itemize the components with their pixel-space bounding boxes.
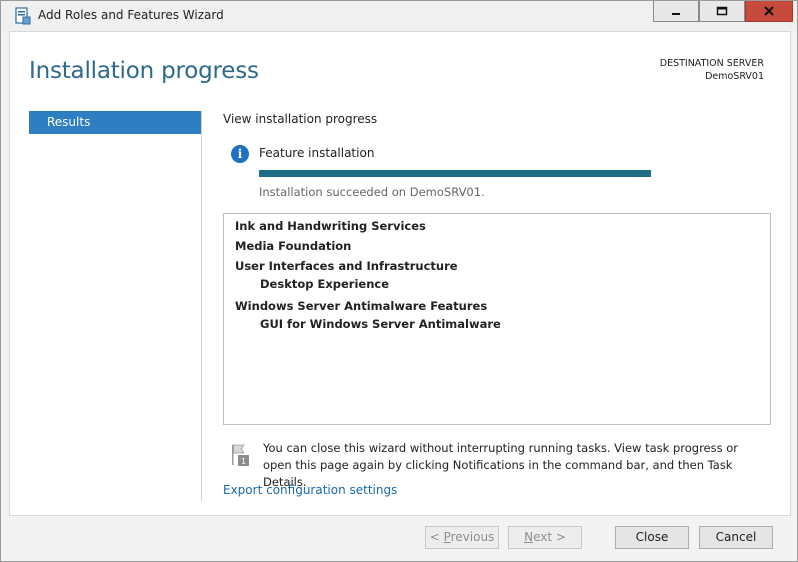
- nav-item-results[interactable]: Results: [29, 111, 201, 134]
- next-button[interactable]: Next >: [508, 526, 582, 549]
- status-message: Installation succeeded on DemoSRV01.: [259, 185, 485, 199]
- maximize-button[interactable]: [699, 1, 745, 22]
- cancel-button[interactable]: Cancel: [699, 526, 773, 549]
- wizard-content: Installation progress DESTINATION SERVER…: [9, 31, 791, 516]
- window-title: Add Roles and Features Wizard: [38, 8, 224, 22]
- notification-flag-icon: 1: [232, 444, 249, 466]
- progress-bar-fill: [259, 170, 651, 177]
- results-panel: View installation progress i Feature ins…: [223, 112, 783, 502]
- server-manager-icon: [15, 7, 31, 25]
- list-item: Windows Server Antimalware Features: [235, 299, 488, 313]
- view-progress-label: View installation progress: [223, 112, 378, 126]
- minimize-button[interactable]: [653, 1, 699, 22]
- destination-server-info: DESTINATION SERVER DemoSRV01: [660, 57, 764, 83]
- status-title: Feature installation: [259, 146, 375, 160]
- destination-server-name: DemoSRV01: [705, 71, 764, 82]
- list-item: User Interfaces and Infrastructure: [235, 259, 458, 273]
- wizard-footer: < Previous Next > Close Cancel: [9, 516, 791, 556]
- maximize-icon: [716, 6, 728, 16]
- list-item: Ink and Handwriting Services: [235, 219, 426, 233]
- previous-button-rest: revious: [450, 530, 495, 544]
- list-item: Desktop Experience: [260, 277, 389, 291]
- list-item: Media Foundation: [235, 239, 352, 253]
- next-button-mnemonic: N: [524, 530, 534, 544]
- close-window-button[interactable]: [745, 1, 793, 22]
- title-bar[interactable]: Add Roles and Features Wizard: [1, 1, 797, 31]
- previous-button-prefix: <: [429, 530, 444, 544]
- minimize-icon: [672, 13, 680, 15]
- close-icon: [764, 6, 774, 16]
- list-item: GUI for Windows Server Antimalware: [260, 317, 501, 331]
- installed-features-list[interactable]: Ink and Handwriting Services Media Found…: [223, 213, 771, 425]
- previous-button-mnemonic: P: [443, 530, 451, 544]
- destination-label: DESTINATION SERVER: [659, 58, 764, 69]
- wizard-window: Add Roles and Features Wizard Installati…: [0, 0, 798, 562]
- progress-bar: [259, 170, 651, 177]
- close-button[interactable]: Close: [615, 526, 689, 549]
- notification-badge-count: 1: [241, 457, 246, 466]
- export-configuration-link[interactable]: Export configuration settings: [223, 483, 397, 497]
- info-icon: i: [231, 145, 249, 163]
- previous-button[interactable]: < Previous: [425, 526, 499, 549]
- next-button-rest: ext >: [533, 530, 566, 544]
- page-title: Installation progress: [29, 58, 259, 84]
- wizard-nav: Results: [29, 111, 202, 501]
